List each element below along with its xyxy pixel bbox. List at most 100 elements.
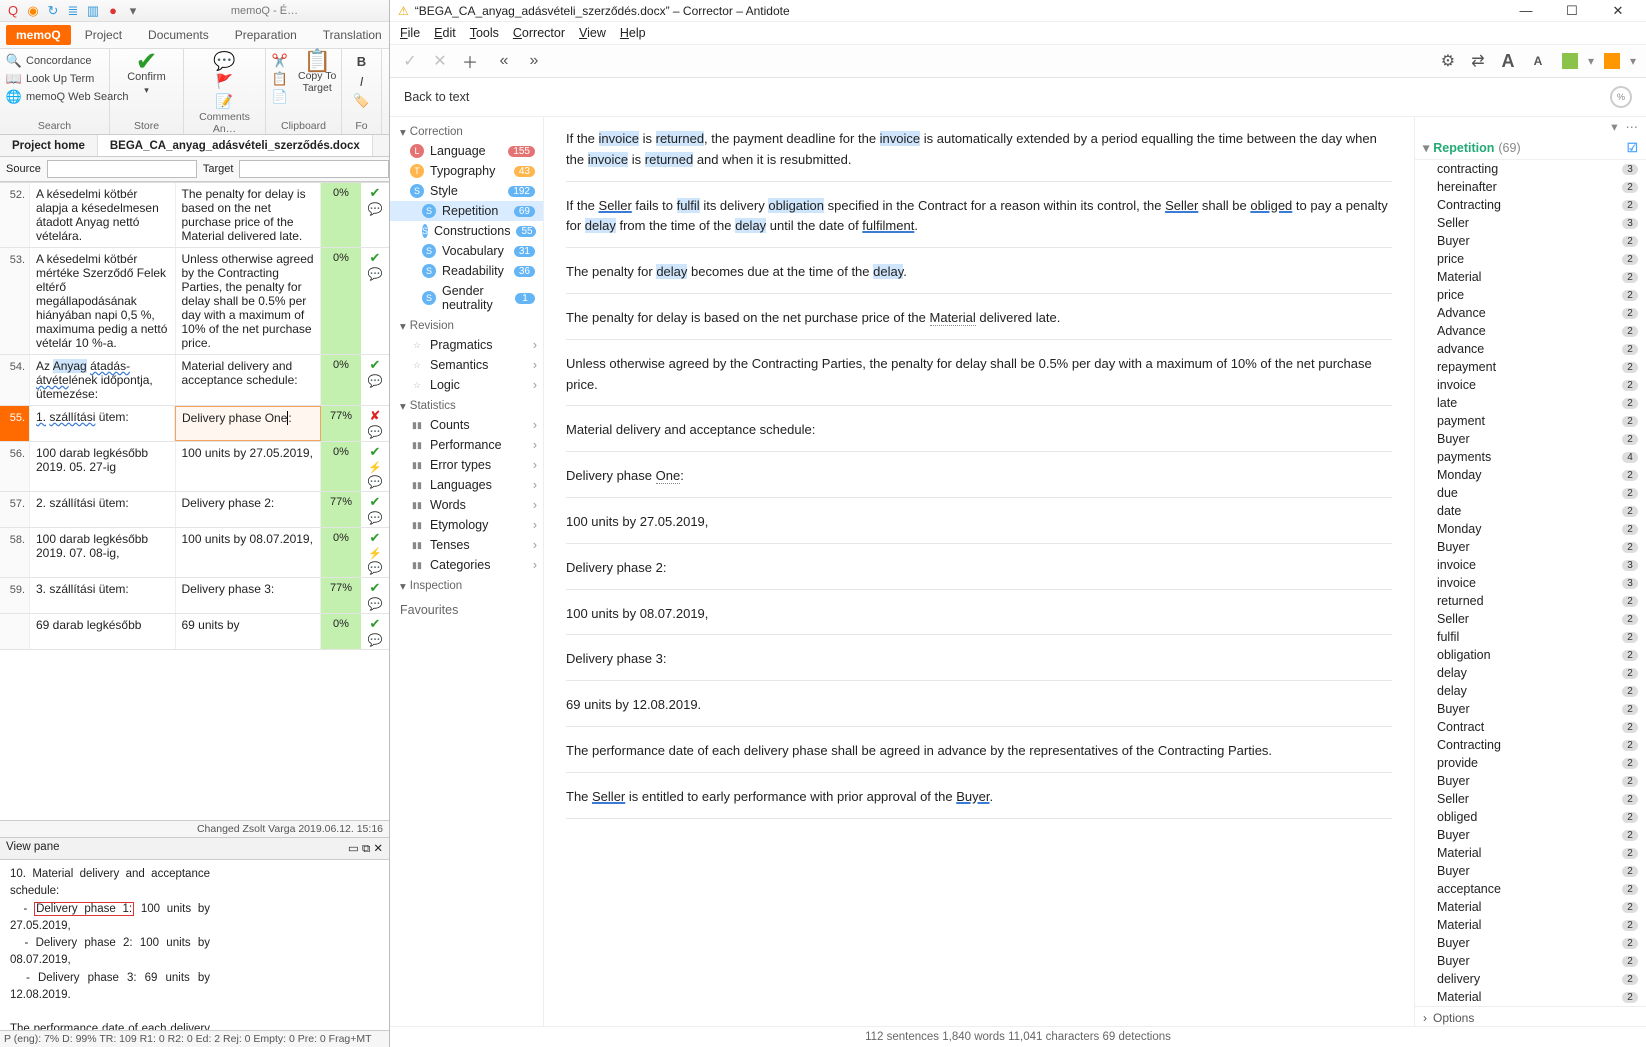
segment-source[interactable]: 100 darab legkésőbb 2019. 07. 08-ig, [30, 528, 176, 577]
result-item[interactable]: invoice3 [1415, 556, 1646, 574]
segment-grid[interactable]: 52.A késedelmi kötbér alapja a késedelme… [0, 182, 389, 820]
segment-source[interactable]: 2. szállítási ütem: [30, 492, 176, 527]
nav-item[interactable]: LLanguage155 [390, 141, 543, 161]
nav-subitem[interactable]: SRepetition69 [390, 201, 543, 221]
nav-section[interactable]: ▾Revision [390, 315, 543, 335]
lookup-term-button[interactable]: 📖Look Up Term [6, 71, 103, 87]
dropdown-icon[interactable]: ▾ [126, 4, 140, 18]
result-item[interactable]: Material2 [1415, 988, 1646, 1006]
segment-source[interactable]: A késedelmi kötbér mértéke Szerződő Fele… [30, 248, 176, 354]
apply-icon[interactable]: ✓ [400, 51, 420, 71]
doc-paragraph[interactable]: The performance date of each delivery ph… [566, 741, 1392, 762]
segment-source[interactable]: 100 darab legkésőbb 2019. 05. 27-ig [30, 442, 176, 491]
result-item[interactable]: price2 [1415, 286, 1646, 304]
settings-icon[interactable]: ⚙ [1438, 51, 1458, 71]
segment-row[interactable]: 52.A késedelmi kötbér alapja a késedelme… [0, 183, 389, 248]
nav-favourites[interactable]: Favourites [390, 595, 543, 625]
doc-paragraph[interactable]: If the invoice is returned, the payment … [566, 129, 1392, 171]
segment-source[interactable]: 1. szállítási ütem: [30, 406, 175, 441]
result-item[interactable]: delivery2 [1415, 970, 1646, 988]
menu-view[interactable]: View [579, 26, 606, 40]
result-item[interactable]: Buyer2 [1415, 862, 1646, 880]
nav-item[interactable]: ▮▮Tenses› [390, 535, 543, 555]
segment-target[interactable]: The penalty for delay is based on the ne… [176, 183, 322, 247]
close-button[interactable]: ✕ [1598, 3, 1638, 19]
segment-source[interactable]: 69 darab legkésőbb [30, 614, 176, 649]
nav-item[interactable]: ▮▮Etymology› [390, 515, 543, 535]
result-item[interactable]: obligation2 [1415, 646, 1646, 664]
antidote-results[interactable]: ▾ ⋯ ▾ Repetition (69) ☑ contracting3here… [1414, 117, 1646, 1026]
menu-project[interactable]: Project [73, 24, 134, 46]
segment-row[interactable]: 55.1. szállítási ütem:Delivery phase One… [0, 406, 389, 442]
result-item[interactable]: advance2 [1415, 340, 1646, 358]
comment-icon[interactable]: 💬 [217, 53, 233, 69]
doc-paragraph[interactable]: If the Seller fails to fulfil its delive… [566, 196, 1392, 238]
result-item[interactable]: repayment2 [1415, 358, 1646, 376]
result-item[interactable]: Contracting2 [1415, 196, 1646, 214]
segment-row[interactable]: 58.100 darab legkésőbb 2019. 07. 08-ig,1… [0, 528, 389, 578]
segment-target[interactable]: 69 units by [176, 614, 322, 649]
result-item[interactable]: Buyer2 [1415, 430, 1646, 448]
segment-target[interactable]: Delivery phase 2: [176, 492, 322, 527]
nav-item[interactable]: TTypography43 [390, 161, 543, 181]
nav-item[interactable]: ▮▮Performance› [390, 435, 543, 455]
qa-icon[interactable]: Q [6, 4, 20, 18]
doc-paragraph[interactable]: The Seller is entitled to early performa… [566, 787, 1392, 808]
segment-source[interactable]: Az Anyag átadás-átvételének időpontja, ü… [30, 355, 176, 405]
chevron-down-icon[interactable]: ▾ [1611, 119, 1617, 134]
result-item[interactable]: Buyer2 [1415, 538, 1646, 556]
result-item[interactable]: Advance2 [1415, 322, 1646, 340]
result-item[interactable]: delay2 [1415, 682, 1646, 700]
nav-subitem[interactable]: SGender neutrality1 [390, 281, 543, 315]
note-icon[interactable]: 📝 [217, 93, 233, 109]
copy-to-target-button[interactable]: 📋 Copy To Target [292, 53, 342, 94]
font-large-icon[interactable]: A [1498, 51, 1518, 71]
doc-paragraph[interactable]: Unless otherwise agreed by the Contracti… [566, 354, 1392, 396]
next-group-icon[interactable]: » [524, 51, 544, 71]
refresh-icon[interactable]: ↻ [46, 4, 60, 18]
tag-icon[interactable]: 🏷️ [354, 93, 370, 109]
ignore-icon[interactable]: ✕ [430, 51, 450, 71]
menu-edit[interactable]: Edit [434, 26, 456, 40]
result-item[interactable]: Seller3 [1415, 214, 1646, 232]
result-item[interactable]: Material2 [1415, 898, 1646, 916]
doc-paragraph[interactable]: The penalty for delay becomes due at the… [566, 262, 1392, 283]
result-item[interactable]: Buyer2 [1415, 700, 1646, 718]
result-item[interactable]: Buyer2 [1415, 232, 1646, 250]
source-filter-input[interactable] [47, 160, 197, 178]
nav-section[interactable]: ▾Statistics [390, 395, 543, 415]
segment-row[interactable]: 59.3. szállítási ütem:Delivery phase 3:7… [0, 578, 389, 614]
filter-icon[interactable]: ⇄ [1468, 51, 1488, 71]
segment-row[interactable]: 56.100 darab legkésőbb 2019. 05. 27-ig10… [0, 442, 389, 492]
result-item[interactable]: Buyer2 [1415, 952, 1646, 970]
concordance-button[interactable]: 🔍Concordance [6, 53, 103, 69]
nav-item[interactable]: ☆Logic› [390, 375, 543, 395]
italic-icon[interactable]: I [354, 73, 370, 89]
segment-target[interactable]: Delivery phase One: [175, 406, 321, 441]
memoq-brand[interactable]: memoQ [6, 28, 71, 42]
nav-subitem[interactable]: SReadability36 [390, 261, 543, 281]
result-item[interactable]: obliged2 [1415, 808, 1646, 826]
result-item[interactable]: acceptance2 [1415, 880, 1646, 898]
result-item[interactable]: Advance2 [1415, 304, 1646, 322]
nav-item[interactable]: ▮▮Counts› [390, 415, 543, 435]
result-item[interactable]: delay2 [1415, 664, 1646, 682]
segment-row[interactable]: 54.Az Anyag átadás-átvételének időpontja… [0, 355, 389, 406]
doc-paragraph[interactable]: Delivery phase 3: [566, 649, 1392, 670]
doc-paragraph[interactable]: Delivery phase 2: [566, 558, 1392, 579]
segment-source[interactable]: 3. szállítási ütem: [30, 578, 176, 613]
doc-paragraph[interactable]: 100 units by 08.07.2019, [566, 604, 1392, 625]
result-item[interactable]: Seller2 [1415, 790, 1646, 808]
results-header[interactable]: ▾ Repetition (69) ☑ [1415, 136, 1646, 160]
segment-target[interactable]: Material delivery and acceptance schedul… [176, 355, 322, 405]
doc-paragraph[interactable]: 69 units by 12.08.2019. [566, 695, 1392, 716]
prev-group-icon[interactable]: « [494, 51, 514, 71]
cut-icon[interactable]: ✂️ [272, 53, 288, 69]
result-item[interactable]: Material2 [1415, 916, 1646, 934]
result-item[interactable]: payments4 [1415, 448, 1646, 466]
menu-preparation[interactable]: Preparation [223, 24, 309, 46]
tab-project-home[interactable]: Project home [0, 135, 98, 156]
doc-icon[interactable]: ▥ [86, 4, 100, 18]
viewpane-controls[interactable]: ▭ ⧉ ✕ [348, 841, 383, 856]
segment-target[interactable]: Delivery phase 3: [176, 578, 322, 613]
